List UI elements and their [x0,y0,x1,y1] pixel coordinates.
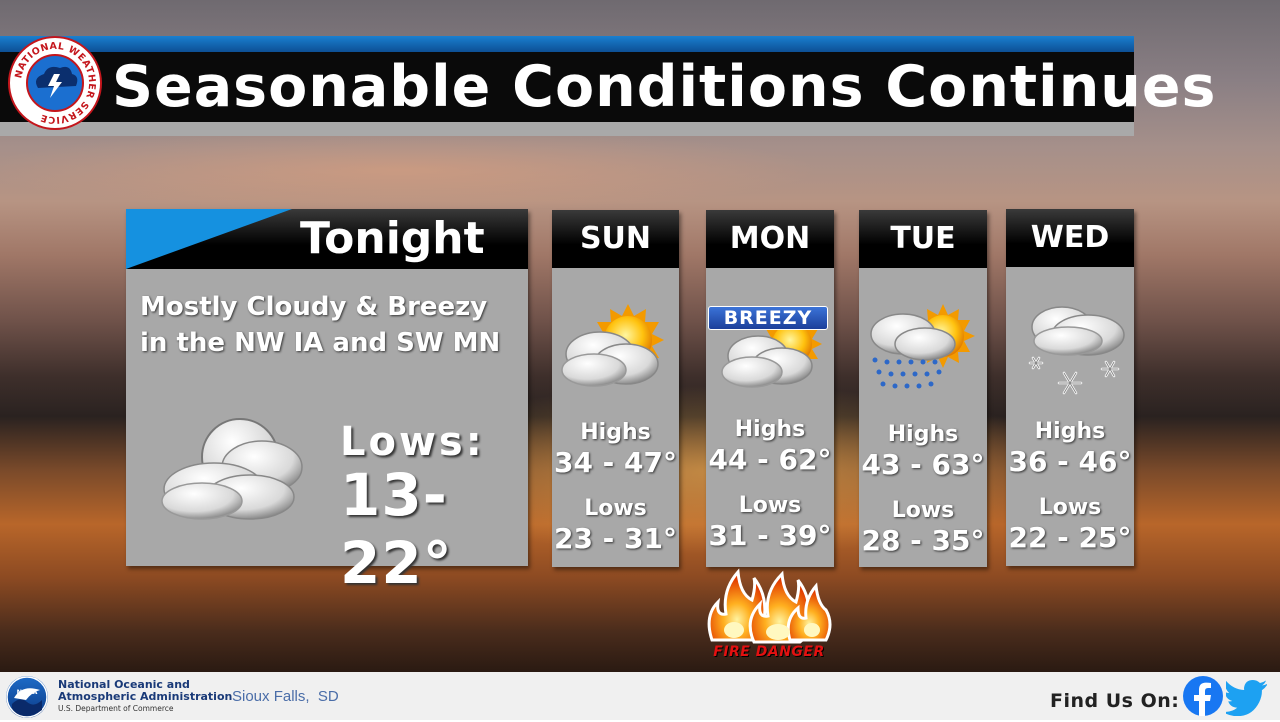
sun-highs-label: Highs [580,420,651,445]
noaa-logo: NOAA [6,676,48,718]
wed-lows-label: Lows [1038,495,1102,520]
tonight-lows-value: 13-22° [340,461,453,597]
tonight-header: Tonight [126,209,528,269]
fire-danger-label: FIRE DANGER [713,644,825,660]
wed-lows-value: 22 - 25° [1008,521,1132,554]
noaa-name-line2: Atmospheric Administration [58,690,233,703]
tue-lows-label: Lows [891,498,955,523]
tonight-description-line1: Mostly Cloudy & Breezy [140,292,488,322]
facebook-icon[interactable] [1183,676,1223,716]
tue-highs-label: Highs [887,422,959,447]
twitter-icon[interactable] [1226,680,1268,716]
sun-lows-label: Lows [584,496,647,521]
day-label-mon: MON [706,210,834,268]
mon-highs-value: 44 - 62° [708,443,832,476]
wed-highs-label: Highs [1034,419,1106,444]
office-location: Sioux Falls, SD [232,688,339,705]
page-title: Seasonable Conditions Continues [112,54,1217,120]
title-blue-stripe [0,36,1134,52]
tue-highs-value: 43 - 63° [861,448,985,481]
day-label-tue: TUE [859,210,987,268]
tonight-description-line2: in the NW IA and SW MN [140,328,501,358]
tonight-panel: Tonight Mostly Cloudy & Breezy in the NW… [126,209,528,597]
noaa-logo-icon: NOAA [6,676,48,718]
nws-logo: NATIONAL WEATHER SERVICE [8,36,102,130]
tonight-label: Tonight [300,213,485,264]
mon-lows-label: Lows [738,493,802,518]
snow-cloud-icon [1028,306,1125,395]
title-bar: Seasonable Conditions Continues [0,36,1215,136]
day-label-wed: WED [1006,209,1134,267]
breezy-badge: BREEZY [708,306,828,330]
title-gray-stripe [0,122,1134,136]
noaa-logo-text: NOAA [17,688,38,696]
day-panel-sun: SUN Highs 34 - 47° Lows 23 - 31° [552,210,679,567]
wed-highs-value: 36 - 46° [1008,445,1132,478]
noaa-department: U.S. Department of Commerce [58,704,174,713]
mon-highs-label: Highs [734,417,806,442]
tonight-lows-label: Lows: [340,419,485,465]
mon-lows-value: 31 - 39° [708,519,832,552]
tonight-blue-wedge [126,209,292,269]
noaa-name: National Oceanic and Atmospheric Adminis… [58,679,232,703]
partly-cloudy-icon [561,304,664,387]
day-panel-tue: TUE Highs 43 - 63° Lows 28 - 35° [859,210,987,567]
day-panel-wed: WED Highs 36 - 46° Lows 22 - 25° [1006,209,1134,566]
mostly-cloudy-icon [161,418,303,520]
day-label-sun: SUN [552,210,679,268]
find-us-label: Find Us On: [1050,690,1180,712]
sun-highs-value: 34 - 47° [553,446,678,479]
nws-logo-icon: NATIONAL WEATHER SERVICE [13,41,96,125]
day-panel-mon: MON BREEZY Highs 44 - 62° Lows 31 - 39° [706,210,834,567]
sun-lows-value: 23 - 31° [553,522,678,555]
rain-sun-icon [870,304,975,389]
tonight-description: Mostly Cloudy & Breezy in the NW IA and … [140,289,500,361]
fire-danger-icon [707,568,832,644]
tue-lows-value: 28 - 35° [861,524,985,557]
